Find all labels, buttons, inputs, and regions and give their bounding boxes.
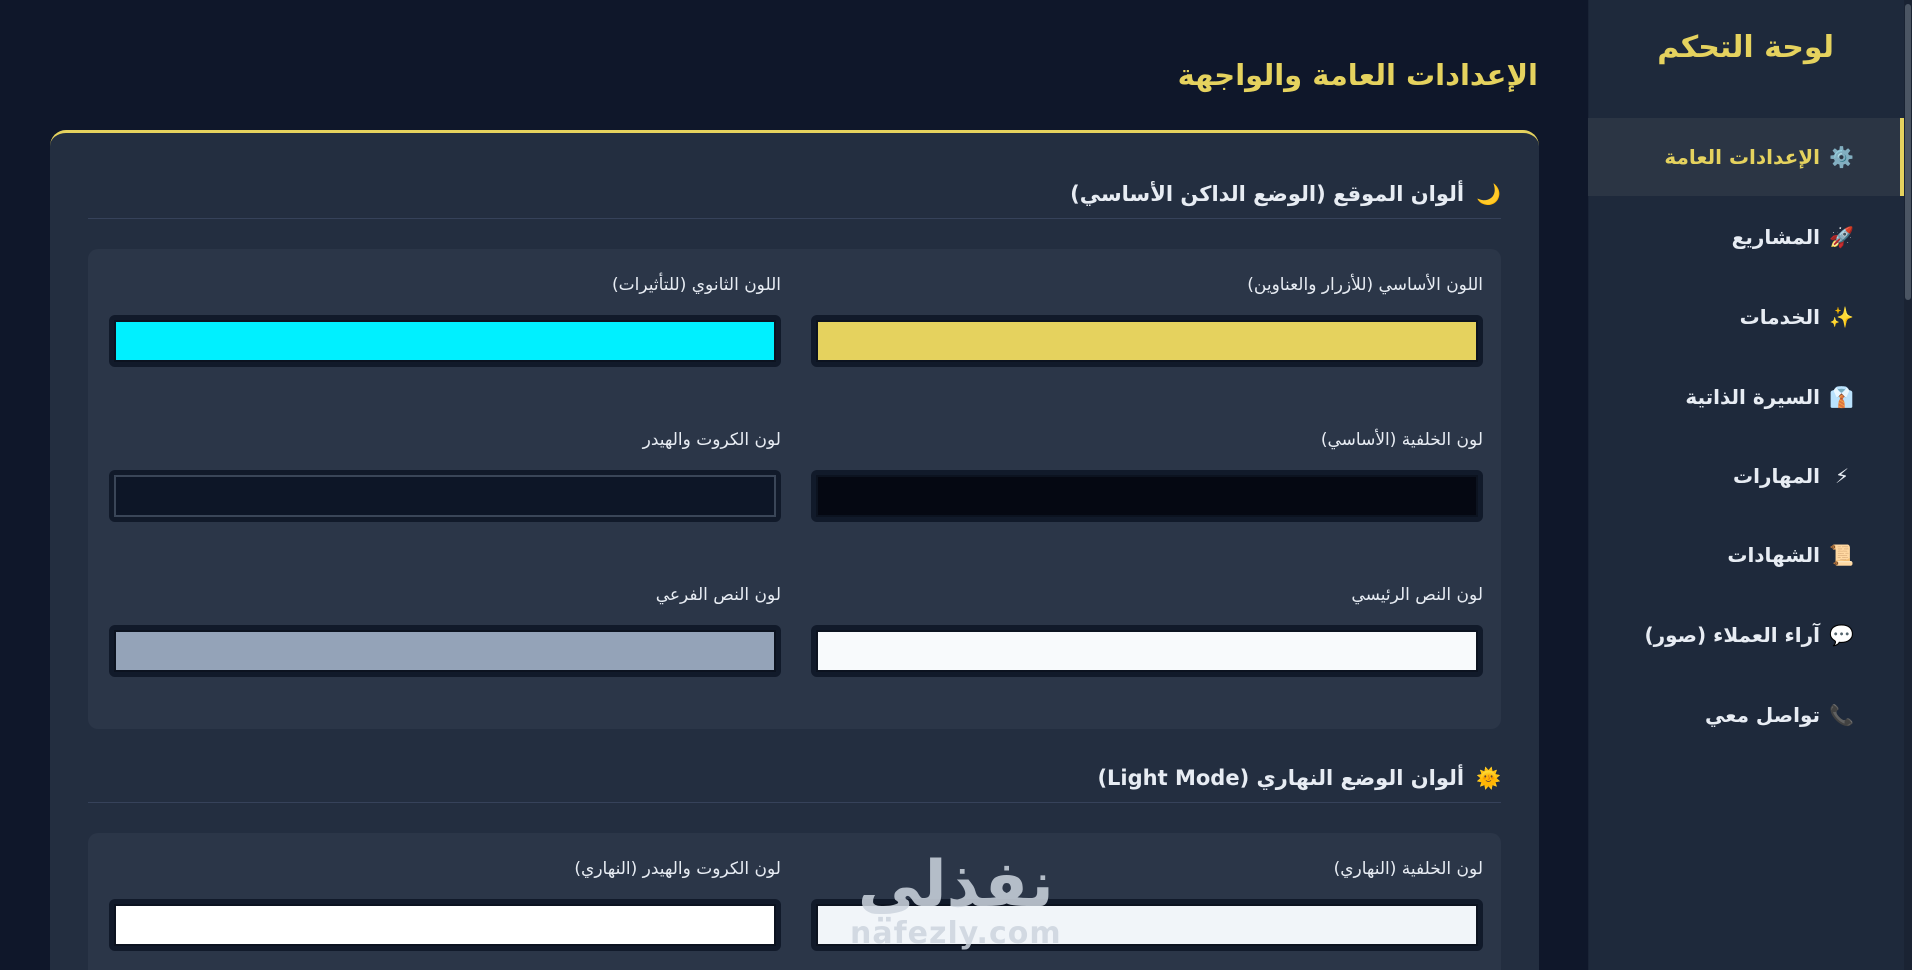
main-text-color-swatch[interactable] (816, 630, 1478, 672)
light-colors-section-title: ألوان الوضع النهاري (Light Mode) (1097, 765, 1465, 790)
sub-text-color-label: لون النص الفرعي (655, 585, 781, 605)
background-color-swatch[interactable] (816, 475, 1478, 517)
dark-colors-section-title: ألوان الموقع (الوضع الداكن الأساسي) (1070, 181, 1465, 206)
sidebar-item-label: المهارات (1733, 464, 1820, 488)
sparkles-icon: ✨ (1829, 305, 1854, 329)
speech-bubble-icon: 💬 (1829, 623, 1854, 647)
secondary-color-picker[interactable] (109, 315, 781, 367)
light-colors-panel: لون الخلفية (النهاري) لون الكروت والهيدر… (88, 833, 1501, 970)
primary-color-picker[interactable] (811, 315, 1483, 367)
watermark: نفذلي nafezly.com (850, 850, 1062, 951)
primary-color-label: اللون الأساسي (للأزرار والعناوين) (1247, 275, 1483, 295)
watermark-latin: nafezly.com (850, 916, 1062, 951)
background-color-label: لون الخلفية (الأساسي) (1320, 430, 1483, 450)
sun-icon: 🌞 (1476, 765, 1501, 790)
secondary-color-label: اللون الثانوي (للتأثيرات) (612, 275, 781, 295)
main-text-color-picker[interactable] (811, 625, 1483, 677)
light-colors-section-header: 🌞 ألوان الوضع النهاري (Light Mode) (88, 757, 1501, 803)
cards-header-color-picker[interactable] (109, 470, 781, 522)
light-background-color-label: لون الخلفية (النهاري) (1333, 859, 1483, 879)
sidebar-item-testimonials[interactable]: 💬 آراء العملاء (صور) (1588, 596, 1904, 674)
sidebar-item-label: الخدمات (1739, 305, 1820, 329)
dark-colors-section-header: 🌙 ألوان الموقع (الوضع الداكن الأساسي) (88, 173, 1501, 219)
moon-icon: 🌙 (1476, 181, 1501, 206)
rocket-icon: 🚀 (1829, 225, 1854, 249)
sub-text-color-picker[interactable] (109, 625, 781, 677)
sidebar-item-label: آراء العملاء (صور) (1644, 623, 1820, 647)
cards-header-color-label: لون الكروت والهيدر (642, 430, 781, 450)
dark-colors-panel: اللون الأساسي (للأزرار والعناوين) اللون … (88, 249, 1501, 729)
scrollbar[interactable] (1904, 0, 1912, 970)
sidebar-item-label: السيرة الذاتية (1685, 385, 1820, 409)
primary-color-swatch[interactable] (816, 320, 1478, 362)
settings-card: 🌙 ألوان الموقع (الوضع الداكن الأساسي) ال… (50, 130, 1539, 970)
sub-text-color-swatch[interactable] (114, 630, 776, 672)
secondary-color-swatch[interactable] (114, 320, 776, 362)
light-cards-header-color-picker[interactable] (109, 899, 781, 951)
sidebar-title: لوحة التحكم (1657, 30, 1834, 65)
light-cards-header-color-label: لون الكروت والهيدر (النهاري) (574, 859, 781, 879)
sidebar-item-label: تواصل معي (1705, 703, 1820, 727)
sidebar-item-resume[interactable]: 👔 السيرة الذاتية (1588, 358, 1904, 436)
scrollbar-thumb[interactable] (1905, 4, 1911, 300)
phone-icon: 📞 (1829, 703, 1854, 727)
gear-icon: ⚙️ (1829, 145, 1854, 169)
sidebar-item-label: الشهادات (1727, 543, 1820, 567)
watermark-arabic: نفذلي (857, 848, 1054, 922)
main-text-color-label: لون النص الرئيسي (1351, 585, 1483, 605)
sidebar-item-projects[interactable]: 🚀 المشاريع (1588, 198, 1904, 276)
sidebar-item-certificates[interactable]: 📜 الشهادات (1588, 516, 1904, 594)
sidebar: لوحة التحكم ⚙️ الإعدادات العامة 🚀 المشار… (1588, 0, 1904, 970)
sidebar-item-label: المشاريع (1731, 225, 1820, 249)
lightning-icon: ⚡ (1834, 464, 1850, 488)
sidebar-item-label: الإعدادات العامة (1664, 145, 1820, 169)
page-title: الإعدادات العامة والواجهة (1177, 58, 1538, 92)
sidebar-item-services[interactable]: ✨ الخدمات (1588, 278, 1904, 356)
background-color-picker[interactable] (811, 470, 1483, 522)
sidebar-item-contact[interactable]: 📞 تواصل معي (1588, 676, 1904, 754)
sidebar-item-general-settings[interactable]: ⚙️ الإعدادات العامة (1588, 118, 1904, 196)
scroll-icon: 📜 (1829, 543, 1854, 567)
cards-header-color-swatch[interactable] (114, 475, 776, 517)
sidebar-item-skills[interactable]: ⚡ المهارات (1588, 437, 1904, 515)
shirt-icon: 👔 (1829, 385, 1854, 409)
light-cards-header-color-swatch[interactable] (114, 904, 776, 946)
